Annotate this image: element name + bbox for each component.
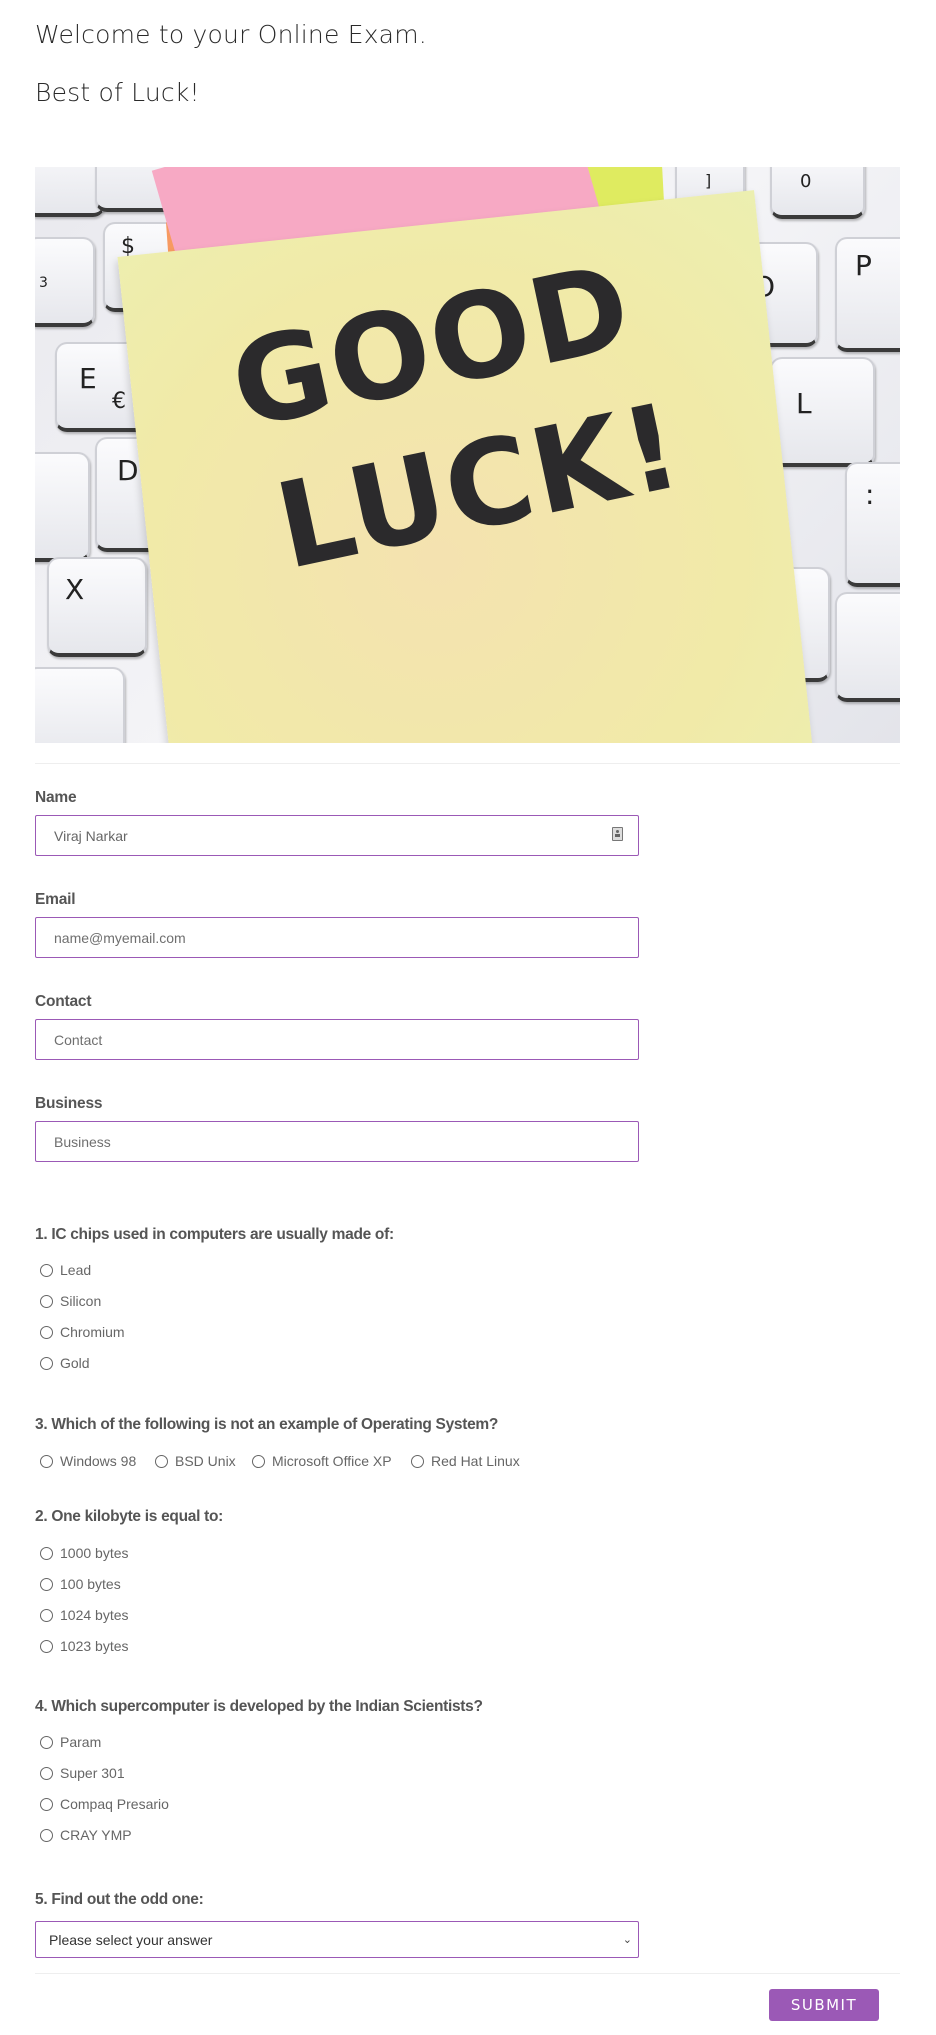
- option-label: Lead: [60, 1262, 92, 1278]
- radio-button[interactable]: [40, 1608, 53, 1622]
- radio-button[interactable]: [40, 1263, 53, 1277]
- radio-button[interactable]: [40, 1325, 53, 1339]
- option-label: Microsoft Office XP: [272, 1453, 392, 1469]
- keyboard-key: :: [845, 462, 900, 587]
- question-4-option[interactable]: Compaq Presario: [40, 1796, 169, 1812]
- contact-label: Contact: [35, 993, 92, 1010]
- option-label: Chromium: [60, 1324, 125, 1340]
- radio-button[interactable]: [40, 1766, 53, 1780]
- business-input[interactable]: [35, 1121, 639, 1162]
- question-1-option[interactable]: Silicon: [40, 1293, 101, 1309]
- question-2-option[interactable]: 1023 bytes: [40, 1638, 129, 1654]
- keyboard-key: [835, 592, 900, 702]
- option-label: CRAY YMP: [60, 1827, 132, 1843]
- answer-select[interactable]: Please select your answer ⌄: [35, 1921, 639, 1958]
- radio-button[interactable]: [40, 1546, 53, 1560]
- good-luck-image: 3 $4 E€ D X ] 0 O P L : GOOD LUCK!: [35, 167, 900, 743]
- radio-button[interactable]: [40, 1639, 53, 1653]
- radio-button[interactable]: [411, 1454, 424, 1468]
- business-label: Business: [35, 1095, 103, 1112]
- question-2-option[interactable]: 100 bytes: [40, 1576, 121, 1592]
- option-label: 1023 bytes: [60, 1638, 129, 1654]
- option-label: 1000 bytes: [60, 1545, 129, 1561]
- select-value: Please select your answer: [49, 1931, 213, 1948]
- email-label: Email: [35, 891, 76, 908]
- option-label: Silicon: [60, 1293, 102, 1309]
- radio-button[interactable]: [40, 1735, 53, 1749]
- option-label: Windows 98: [60, 1453, 137, 1469]
- question-3-option[interactable]: Microsoft Office XP: [252, 1453, 392, 1469]
- radio-button[interactable]: [40, 1454, 53, 1468]
- question-5-text: 5. Find out the odd one:: [35, 1891, 204, 1908]
- question-3-option[interactable]: Windows 98: [40, 1453, 136, 1469]
- question-1-text: 1. IC chips used in computers are usuall…: [35, 1226, 394, 1243]
- question-1-option[interactable]: Lead: [40, 1262, 91, 1278]
- contact-input[interactable]: [35, 1019, 639, 1060]
- question-4-option[interactable]: CRAY YMP: [40, 1827, 132, 1843]
- option-label: Red Hat Linux: [431, 1453, 520, 1469]
- autofill-contact-icon[interactable]: [612, 827, 623, 841]
- question-2-text: 2. One kilobyte is equal to:: [35, 1508, 223, 1525]
- question-4-option[interactable]: Param: [40, 1734, 101, 1750]
- question-4-option[interactable]: Super 301: [40, 1765, 125, 1781]
- page-subtitle: Best of Luck!: [35, 78, 200, 107]
- question-1-option[interactable]: Gold: [40, 1355, 90, 1371]
- question-3-text: 3. Which of the following is not an exam…: [35, 1416, 499, 1433]
- option-label: BSD Unix: [175, 1453, 236, 1469]
- option-label: Param: [60, 1734, 102, 1750]
- option-label: 1024 bytes: [60, 1607, 129, 1623]
- question-3-option[interactable]: BSD Unix: [155, 1453, 236, 1469]
- radio-button[interactable]: [40, 1356, 53, 1370]
- question-1-option[interactable]: Chromium: [40, 1324, 125, 1340]
- radio-button[interactable]: [40, 1797, 53, 1811]
- radio-button[interactable]: [155, 1454, 168, 1468]
- chevron-down-icon: ⌄: [622, 1934, 632, 1946]
- keyboard-key: [35, 667, 125, 743]
- submit-button[interactable]: SUBMIT: [769, 1989, 879, 2021]
- question-2-option[interactable]: 1024 bytes: [40, 1607, 129, 1623]
- radio-button[interactable]: [40, 1577, 53, 1591]
- radio-button[interactable]: [40, 1294, 53, 1308]
- option-label: Gold: [60, 1355, 90, 1371]
- option-label: 100 bytes: [60, 1576, 121, 1592]
- question-3-option[interactable]: Red Hat Linux: [411, 1453, 520, 1469]
- keyboard-key: [35, 452, 90, 562]
- page-title: Welcome to your Online Exam.: [35, 20, 427, 49]
- keyboard-key: 0: [770, 167, 865, 219]
- question-4-text: 4. Which supercomputer is developed by t…: [35, 1698, 483, 1715]
- keyboard-key: X: [47, 557, 147, 657]
- keyboard-key: L: [770, 357, 875, 467]
- email-input[interactable]: [35, 917, 639, 958]
- keyboard-key: P: [835, 237, 900, 352]
- option-label: Super 301: [60, 1765, 125, 1781]
- name-label: Name: [35, 789, 77, 806]
- divider: [35, 763, 900, 764]
- name-input[interactable]: [35, 815, 639, 856]
- option-label: Compaq Presario: [60, 1796, 169, 1812]
- keyboard-key: 3: [35, 237, 95, 327]
- question-2-option[interactable]: 1000 bytes: [40, 1545, 129, 1561]
- radio-button[interactable]: [40, 1828, 53, 1842]
- divider: [35, 1973, 900, 1974]
- radio-button[interactable]: [252, 1454, 265, 1468]
